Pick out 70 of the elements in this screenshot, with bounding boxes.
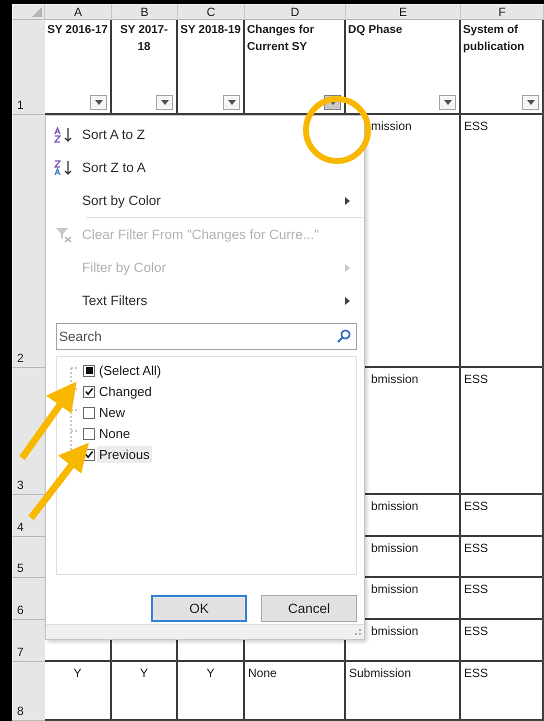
caret-icon	[94, 100, 102, 105]
sort-descending-icon	[54, 160, 74, 176]
row-header[interactable]: 6	[12, 578, 45, 620]
table-cell-text: Y	[205, 665, 216, 682]
highlight-circle	[303, 96, 371, 164]
row-header[interactable]: 5	[12, 537, 45, 578]
table-cell-text: None	[247, 665, 278, 682]
menu-item[interactable]: Sort Z to A	[46, 151, 364, 184]
table-cell-text: ESS	[463, 498, 490, 515]
column-header[interactable]: B	[112, 4, 178, 20]
row-header[interactable]: 7	[12, 620, 45, 662]
resize-grip-icon	[353, 628, 361, 636]
menu-item[interactable]: Sort A to Z	[46, 118, 364, 151]
table-cell-text: bmission	[370, 623, 420, 640]
table-cell-text: bmission	[370, 581, 420, 598]
row-header[interactable]: 2	[12, 115, 45, 368]
checkbox[interactable]	[83, 364, 95, 376]
column-header[interactable]: F	[461, 4, 544, 20]
value-label[interactable]: New	[97, 404, 128, 421]
filter-dropdown-button[interactable]	[223, 95, 240, 110]
filter-dropdown-button[interactable]	[522, 95, 539, 110]
table-cell-text: Submission	[348, 665, 412, 682]
row-header[interactable]: 8	[12, 662, 45, 721]
header-cell-text: SY 2017-18	[119, 23, 169, 55]
header-cell-text: SY 2018-19	[180, 23, 241, 38]
checkbox[interactable]	[83, 428, 95, 440]
menu-item[interactable]: Sort by Color	[46, 184, 364, 217]
table-cell-text: ESS	[463, 623, 490, 640]
sort-ascending-icon	[54, 126, 74, 142]
value-label[interactable]: None	[97, 425, 132, 442]
value-label[interactable]: Previous	[97, 446, 152, 463]
table-cell-text: bmission	[370, 540, 420, 557]
table-cell-text: ESS	[463, 371, 490, 388]
column-header[interactable]: C	[178, 4, 245, 20]
header-cell-text: DQ Phase	[348, 23, 404, 38]
table-cell-text: mission	[370, 118, 413, 135]
value-label[interactable]: Changed	[97, 383, 154, 400]
header-cell-text: SY 2016-17	[47, 23, 108, 38]
table-cell-text: ESS	[463, 665, 490, 682]
table-cell-text: bmission	[370, 498, 420, 515]
filter-dropdown-button[interactable]	[156, 95, 173, 110]
header-cell-text: Changes for Current SY	[247, 23, 316, 55]
table-cell-text: ESS	[463, 581, 490, 598]
filter-dropdown-button[interactable]	[439, 95, 456, 110]
menu-item[interactable]: Text Filters	[46, 284, 364, 317]
caret-icon	[526, 100, 534, 105]
caret-icon	[228, 100, 236, 105]
row-header[interactable]: 3	[12, 368, 45, 495]
ok-button[interactable]: OK	[151, 595, 247, 622]
table-cell-text: ESS	[463, 540, 490, 557]
filter-dropdown-button[interactable]	[90, 95, 107, 110]
table-cell-text: bmission	[370, 371, 420, 388]
table-cell-text: ESS	[463, 118, 490, 135]
search-field[interactable]: Search	[56, 323, 357, 350]
checkbox[interactable]	[83, 386, 95, 398]
column-header[interactable]: E	[346, 4, 461, 20]
table-cell-text: Y	[138, 665, 149, 682]
row-header[interactable]: 1	[12, 20, 45, 115]
caret-icon	[444, 100, 452, 105]
column-header[interactable]: A	[45, 4, 112, 20]
column-header[interactable]: D	[245, 4, 346, 20]
header-cell-text: System of publication	[463, 23, 526, 55]
caret-icon	[160, 100, 168, 105]
corner-triangle-icon	[32, 7, 42, 17]
search-icon	[337, 329, 351, 343]
cancel-button[interactable]: Cancel	[261, 595, 357, 622]
value-label[interactable]: (Select All)	[97, 362, 164, 379]
checkbox[interactable]	[83, 406, 95, 418]
clear-filter-icon	[55, 226, 73, 242]
table-cell-text: Y	[72, 665, 82, 682]
